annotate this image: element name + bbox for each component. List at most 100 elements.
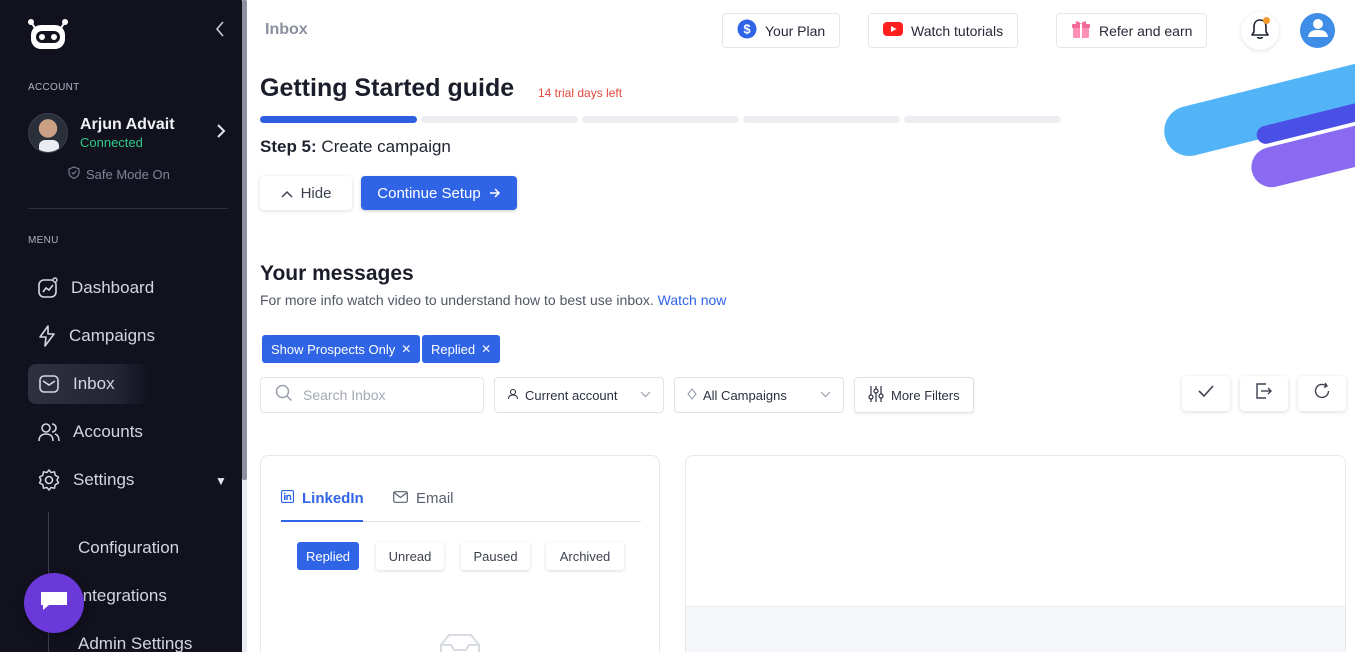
account-dropdown-value: Current account: [525, 387, 618, 403]
notifications-button[interactable]: [1241, 12, 1279, 50]
sidebar-item-settings[interactable]: Settings: [28, 460, 218, 500]
users-icon: [37, 420, 61, 444]
tab-linkedin[interactable]: LinkedIn: [280, 489, 364, 507]
continue-setup-button[interactable]: Continue Setup: [361, 176, 517, 210]
diamond-icon: [687, 387, 697, 403]
search-input[interactable]: [303, 387, 473, 403]
progress-segment: [260, 116, 417, 123]
search-icon: [275, 384, 293, 407]
search-inbox[interactable]: [260, 377, 484, 413]
setup-progress-bar: [260, 116, 1061, 123]
close-icon[interactable]: ✕: [481, 342, 491, 356]
tab-label: LinkedIn: [302, 490, 364, 507]
watch-tutorials-label: Watch tutorials: [911, 22, 1004, 39]
sidebar-item-dashboard[interactable]: Dashboard: [28, 268, 154, 308]
svg-text:$: $: [743, 22, 751, 37]
step-text: Create campaign: [321, 137, 451, 156]
chevron-up-icon: [281, 185, 293, 202]
filter-chip-show-prospects[interactable]: Show Prospects Only ✕: [262, 335, 421, 363]
sidebar-item-accounts[interactable]: Accounts: [28, 412, 150, 452]
filter-archived[interactable]: Archived: [546, 542, 624, 570]
hide-guide-button[interactable]: Hide: [260, 176, 352, 210]
chat-icon: [39, 588, 69, 619]
profile-status: Connected: [80, 135, 143, 150]
sidebar-item-label: Inbox: [73, 374, 115, 393]
avatar: [28, 113, 68, 153]
page-title: Inbox: [265, 21, 308, 38]
watch-tutorials-button[interactable]: Watch tutorials: [868, 13, 1019, 48]
more-filters-label: More Filters: [891, 387, 960, 403]
progress-segment: [743, 116, 900, 123]
inbox-icon: [37, 372, 61, 396]
messages-subtitle: For more info watch video to understand …: [260, 292, 726, 308]
chevron-down-icon: [640, 389, 651, 401]
sidebar-item-label: Campaigns: [69, 326, 155, 345]
account-profile[interactable]: Arjun Advait Connected: [28, 112, 230, 154]
sidebar: ACCOUNT Arjun Advait Connected Safe Mode…: [0, 0, 242, 652]
more-filters-button[interactable]: More Filters: [854, 377, 974, 413]
step-prefix: Step 5:: [260, 137, 317, 156]
user-menu-avatar[interactable]: [1300, 13, 1335, 48]
user-icon: [1305, 15, 1331, 46]
refer-and-earn-label: Refer and earn: [1099, 22, 1193, 39]
dashboard-icon: [37, 276, 59, 300]
sidebar-subitem-integrations[interactable]: Integrations: [78, 586, 167, 606]
refresh-button[interactable]: [1298, 376, 1346, 411]
section-label-account: ACCOUNT: [28, 82, 80, 93]
chevron-right-icon[interactable]: [216, 124, 226, 143]
continue-setup-label: Continue Setup: [377, 184, 481, 202]
sidebar-subitem-admin-settings[interactable]: Admin Settings: [78, 634, 192, 652]
message-composer-area: [686, 606, 1345, 652]
caret-down-icon[interactable]: ▼: [215, 474, 227, 488]
filter-paused[interactable]: Paused: [461, 542, 530, 570]
account-dropdown[interactable]: Current account: [494, 377, 664, 413]
watch-now-link[interactable]: Watch now: [658, 292, 727, 308]
filter-chip-replied[interactable]: Replied ✕: [422, 335, 501, 363]
youtube-icon: [883, 22, 903, 39]
tab-email[interactable]: Email: [393, 490, 454, 507]
sidebar-scrollbar[interactable]: [242, 0, 247, 652]
checkmark-icon: [1197, 384, 1215, 403]
guide-title: Getting Started guide: [260, 74, 515, 102]
sidebar-divider: [28, 208, 228, 209]
chat-support-button[interactable]: [24, 573, 84, 633]
messages-subtitle-text: For more info watch video to understand …: [260, 292, 654, 308]
active-tab-indicator: [281, 520, 363, 522]
arrow-right-icon: [489, 185, 501, 202]
sidebar-item-campaigns[interactable]: Campaigns: [28, 316, 155, 356]
chip-label: Replied: [431, 341, 476, 357]
campaigns-dropdown-value: All Campaigns: [703, 387, 787, 403]
sidebar-item-label: Dashboard: [71, 278, 155, 297]
user-icon: [507, 388, 519, 403]
export-button[interactable]: [1240, 376, 1288, 411]
logo-icon[interactable]: [27, 17, 69, 51]
chip-label: Show Prospects Only: [271, 341, 396, 357]
sidebar-item-label: Accounts: [73, 422, 143, 441]
current-step: Step 5: Create campaign: [260, 137, 451, 157]
refer-and-earn-button[interactable]: Refer and earn: [1056, 13, 1208, 48]
mark-read-button[interactable]: [1182, 376, 1230, 411]
progress-segment: [582, 116, 739, 123]
gift-icon: [1071, 19, 1091, 42]
section-label-menu: MENU: [28, 235, 59, 246]
progress-segment: [421, 116, 578, 123]
profile-name: Arjun Advait: [80, 116, 175, 133]
sidebar-item-inbox[interactable]: Inbox: [28, 364, 150, 404]
empty-inbox-icon: [435, 631, 485, 652]
campaigns-dropdown[interactable]: All Campaigns: [674, 377, 844, 413]
trial-days-badge: 14 trial days left: [538, 86, 623, 100]
lightning-icon: [37, 324, 57, 348]
linkedin-icon: [280, 489, 295, 507]
your-plan-button[interactable]: $ Your Plan: [722, 13, 841, 48]
channel-tabs: LinkedIn Email: [280, 484, 641, 522]
export-icon: [1255, 383, 1273, 404]
filter-replied[interactable]: Replied: [297, 542, 359, 570]
collapse-sidebar-icon[interactable]: [214, 20, 230, 40]
tab-label: Email: [416, 490, 454, 507]
gear-icon: [37, 468, 61, 492]
filter-unread[interactable]: Unread: [376, 542, 444, 570]
refresh-icon: [1313, 382, 1331, 405]
shield-icon: [68, 166, 80, 182]
sidebar-subitem-configuration[interactable]: Configuration: [78, 538, 179, 558]
close-icon[interactable]: ✕: [401, 342, 411, 356]
